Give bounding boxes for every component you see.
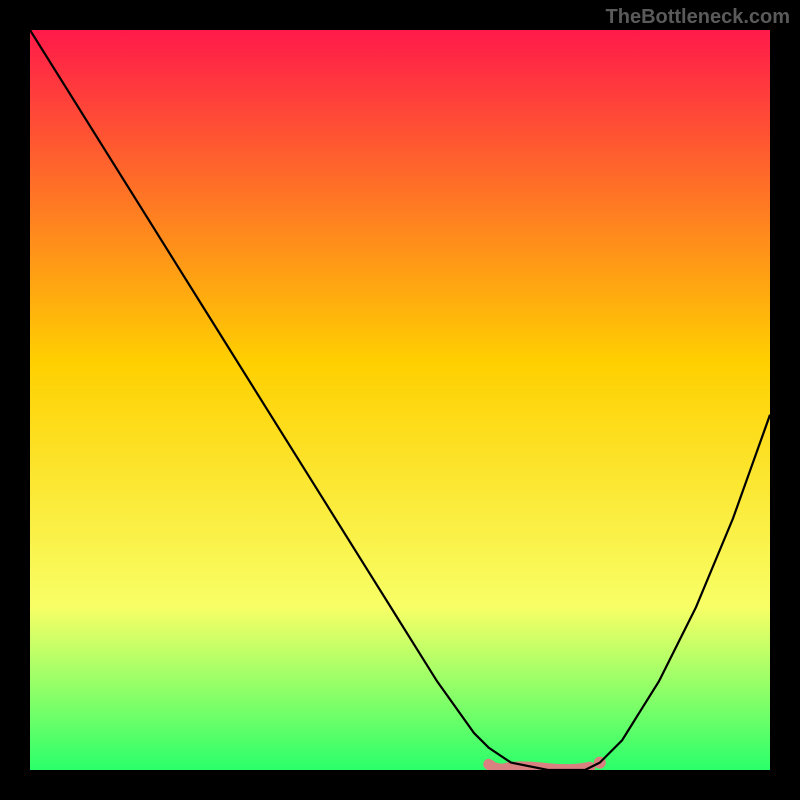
plot-area — [30, 30, 770, 770]
chart-container: TheBottleneck.com — [0, 0, 800, 800]
bottleneck-curve — [30, 30, 770, 770]
watermark-text: TheBottleneck.com — [606, 6, 790, 29]
